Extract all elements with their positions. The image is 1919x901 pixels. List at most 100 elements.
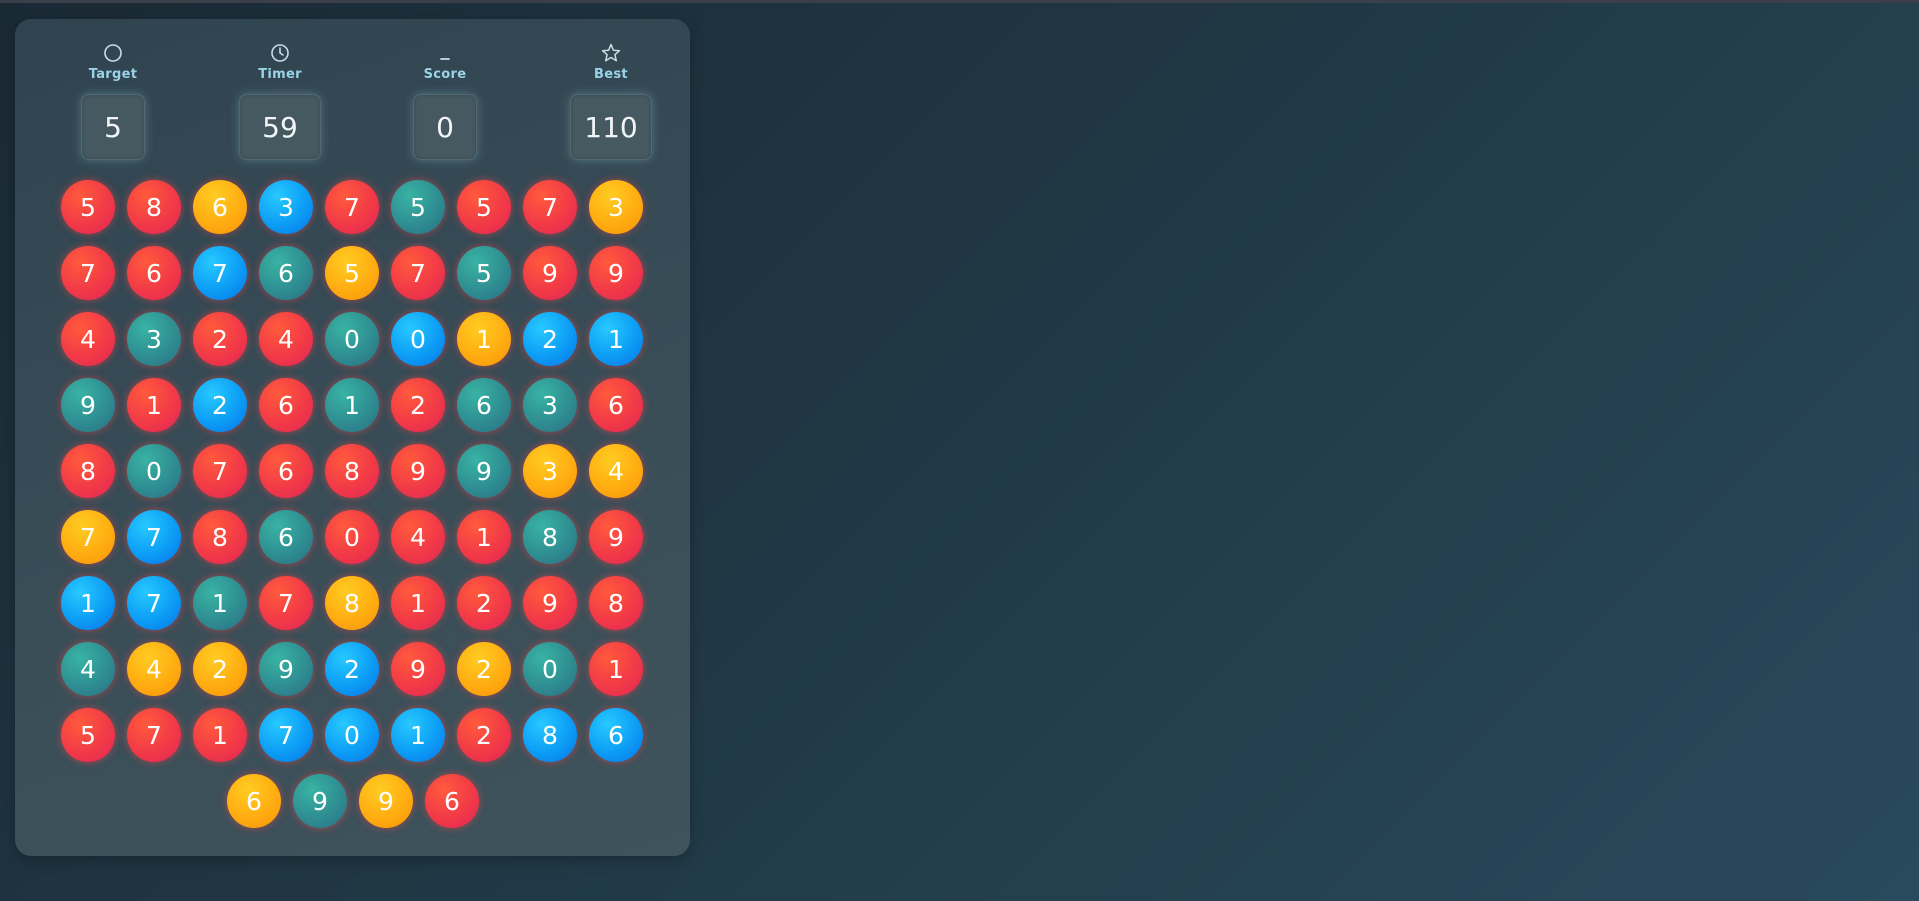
number-ball[interactable]: 2 — [325, 642, 379, 696]
number-ball[interactable]: 7 — [391, 246, 445, 300]
number-ball[interactable]: 8 — [523, 510, 577, 564]
number-ball[interactable]: 6 — [193, 180, 247, 234]
number-ball[interactable]: 1 — [61, 576, 115, 630]
target-value: 5 — [81, 94, 145, 160]
number-ball[interactable]: 4 — [127, 642, 181, 696]
number-ball[interactable]: 7 — [127, 708, 181, 762]
ball-number: 7 — [80, 522, 96, 552]
number-ball[interactable]: 1 — [457, 510, 511, 564]
number-ball[interactable]: 9 — [391, 642, 445, 696]
number-ball[interactable]: 4 — [61, 642, 115, 696]
ball-number: 0 — [344, 720, 360, 750]
number-ball[interactable]: 5 — [61, 708, 115, 762]
number-ball[interactable]: 3 — [127, 312, 181, 366]
number-ball[interactable]: 5 — [457, 246, 511, 300]
number-ball[interactable]: 7 — [61, 246, 115, 300]
number-ball[interactable]: 5 — [457, 180, 511, 234]
number-ball[interactable]: 4 — [589, 444, 643, 498]
number-ball[interactable]: 6 — [589, 708, 643, 762]
number-ball[interactable]: 8 — [61, 444, 115, 498]
number-ball[interactable]: 3 — [523, 444, 577, 498]
ball-number: 6 — [278, 522, 294, 552]
number-ball[interactable]: 9 — [523, 576, 577, 630]
number-ball[interactable]: 9 — [391, 444, 445, 498]
number-ball[interactable]: 1 — [391, 708, 445, 762]
number-ball[interactable]: 2 — [523, 312, 577, 366]
number-ball[interactable]: 9 — [523, 246, 577, 300]
number-ball[interactable]: 9 — [259, 642, 313, 696]
number-ball[interactable]: 7 — [127, 510, 181, 564]
number-ball[interactable]: 6 — [457, 378, 511, 432]
number-ball[interactable]: 1 — [457, 312, 511, 366]
number-ball[interactable]: 7 — [193, 246, 247, 300]
number-ball[interactable]: 8 — [193, 510, 247, 564]
ball-number: 9 — [410, 456, 426, 486]
number-ball[interactable]: 2 — [457, 708, 511, 762]
number-ball[interactable]: 3 — [589, 180, 643, 234]
number-ball[interactable]: 8 — [523, 708, 577, 762]
number-ball[interactable]: 0 — [127, 444, 181, 498]
ball-number: 7 — [212, 456, 228, 486]
number-ball[interactable]: 0 — [325, 312, 379, 366]
number-ball[interactable]: 5 — [61, 180, 115, 234]
number-ball[interactable]: 4 — [61, 312, 115, 366]
number-ball[interactable]: 7 — [193, 444, 247, 498]
number-ball[interactable]: 0 — [325, 708, 379, 762]
number-ball[interactable]: 1 — [589, 642, 643, 696]
number-ball[interactable]: 7 — [61, 510, 115, 564]
queue-ball[interactable]: 9 — [293, 774, 347, 828]
number-ball[interactable]: 6 — [127, 246, 181, 300]
number-ball[interactable]: 3 — [259, 180, 313, 234]
number-ball[interactable]: 1 — [391, 576, 445, 630]
number-ball[interactable]: 5 — [391, 180, 445, 234]
number-ball[interactable]: 7 — [523, 180, 577, 234]
number-ball[interactable]: 7 — [127, 576, 181, 630]
number-ball[interactable]: 2 — [457, 576, 511, 630]
number-ball[interactable]: 1 — [193, 576, 247, 630]
number-ball[interactable]: 8 — [589, 576, 643, 630]
number-ball[interactable]: 7 — [259, 576, 313, 630]
number-ball[interactable]: 2 — [193, 642, 247, 696]
queue-ball[interactable]: 6 — [425, 774, 479, 828]
number-ball[interactable]: 1 — [127, 378, 181, 432]
ball-number: 3 — [146, 324, 162, 354]
number-ball[interactable]: 9 — [61, 378, 115, 432]
ball-number: 3 — [542, 456, 558, 486]
ball-number: 1 — [476, 522, 492, 552]
number-ball[interactable]: 2 — [193, 378, 247, 432]
number-ball[interactable]: 0 — [391, 312, 445, 366]
ball-number: 4 — [80, 654, 96, 684]
number-ball[interactable]: 6 — [589, 378, 643, 432]
number-ball[interactable]: 0 — [523, 642, 577, 696]
number-ball[interactable]: 9 — [589, 510, 643, 564]
number-ball[interactable]: 6 — [259, 510, 313, 564]
queue-ball[interactable]: 6 — [227, 774, 281, 828]
number-ball[interactable]: 6 — [259, 444, 313, 498]
number-ball[interactable]: 8 — [127, 180, 181, 234]
clock-icon — [220, 41, 340, 65]
number-ball[interactable]: 9 — [589, 246, 643, 300]
number-ball[interactable]: 1 — [589, 312, 643, 366]
number-ball[interactable]: 0 — [325, 510, 379, 564]
queue-ball[interactable]: 9 — [359, 774, 413, 828]
number-ball[interactable]: 2 — [457, 642, 511, 696]
number-ball[interactable]: 6 — [259, 246, 313, 300]
number-ball[interactable]: 8 — [325, 576, 379, 630]
number-ball[interactable]: 2 — [193, 312, 247, 366]
number-ball[interactable]: 5 — [325, 246, 379, 300]
number-ball[interactable]: 7 — [325, 180, 379, 234]
ball-number: 7 — [344, 192, 360, 222]
number-ball[interactable]: 6 — [259, 378, 313, 432]
number-ball[interactable]: 7 — [259, 708, 313, 762]
number-ball[interactable]: 2 — [391, 378, 445, 432]
number-ball[interactable]: 9 — [457, 444, 511, 498]
number-ball[interactable]: 4 — [391, 510, 445, 564]
number-ball[interactable]: 1 — [325, 378, 379, 432]
number-ball[interactable]: 3 — [523, 378, 577, 432]
ball-number: 7 — [212, 258, 228, 288]
number-ball[interactable]: 8 — [325, 444, 379, 498]
ball-number: 8 — [542, 720, 558, 750]
number-ball[interactable]: 1 — [193, 708, 247, 762]
ball-number: 8 — [542, 522, 558, 552]
number-ball[interactable]: 4 — [259, 312, 313, 366]
